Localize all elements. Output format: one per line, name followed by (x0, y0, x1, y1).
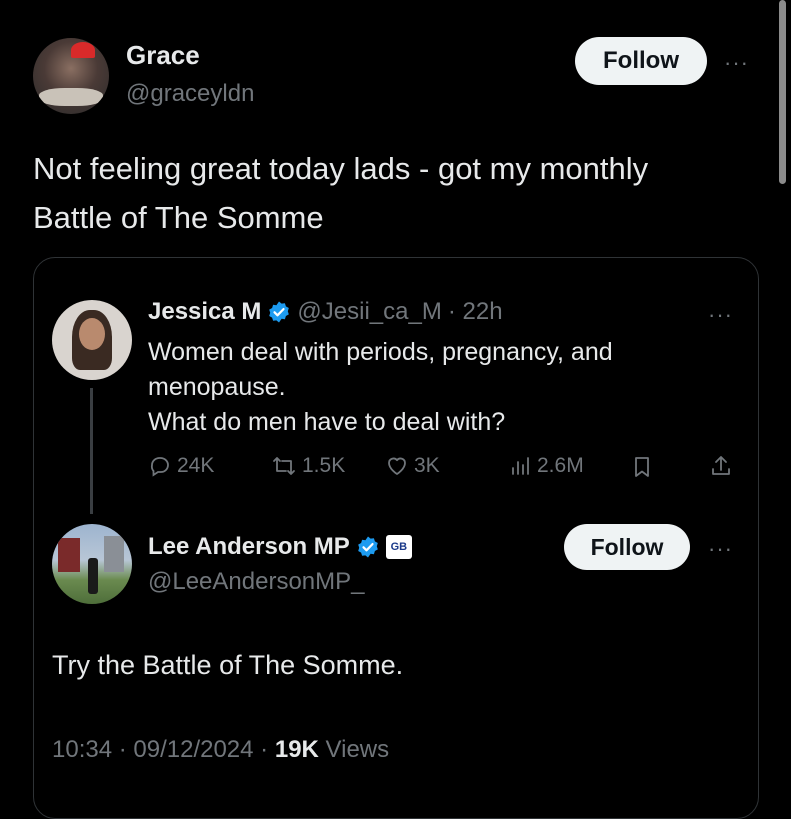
reply-stat[interactable]: 24K (148, 454, 214, 478)
grace-avatar[interactable] (33, 38, 109, 114)
views-count: 2.6M (537, 454, 584, 477)
like-count: 3K (414, 454, 440, 477)
gb-news-badge-icon: GB (385, 535, 412, 559)
jessica-timestamp[interactable]: · 22h (448, 298, 503, 326)
reply-count: 24K (177, 454, 215, 477)
grace-handle[interactable]: @graceyldn (126, 80, 254, 108)
lee-tweet-text: Try the Battle of The Somme. (52, 650, 404, 680)
jessica-display-name[interactable]: Jessica M (148, 298, 261, 326)
jessica-handle[interactable]: @Jesii_ca_M (297, 298, 441, 326)
tweet-text-line-2: Battle of The Somme (33, 200, 324, 235)
lee-display-name[interactable]: Lee Anderson MP (148, 533, 350, 561)
views-icon (512, 457, 529, 475)
jessica-text-line-3: What do men have to deal with? (148, 408, 506, 436)
thread-line (90, 388, 93, 514)
jessica-text-line-2: menopause. (148, 373, 286, 401)
follow-button[interactable]: Follow (575, 37, 707, 85)
heart-icon (388, 457, 406, 475)
lee-header: Lee Anderson MP GB (148, 533, 412, 561)
reply-icon (150, 457, 169, 477)
lee-follow-button[interactable]: Follow (564, 524, 690, 570)
tweet-text-line-1: Not feeling great today lads - got my mo… (33, 151, 649, 186)
verified-badge-icon (358, 536, 378, 558)
scrollbar-thumb[interactable] (779, 0, 786, 184)
jessica-more-icon[interactable]: ··· (708, 304, 733, 326)
bookmark-icon[interactable] (631, 455, 653, 479)
lee-handle[interactable]: @LeeAndersonMP_ (148, 568, 365, 596)
tweet-text: Not feeling great today lads - got my mo… (33, 144, 648, 242)
lee-more-icon[interactable]: ··· (708, 538, 733, 560)
tweet-timestamp[interactable]: 10:34 · 09/12/2024 · (52, 736, 275, 763)
jessica-text-line-1: Women deal with periods, pregnancy, and (148, 338, 613, 366)
jessica-tweet-text: Women deal with periods, pregnancy, and … (148, 335, 613, 440)
tweet-meta: 10:34 · 09/12/2024 · 19K Views (52, 736, 389, 764)
like-stat[interactable]: 3K (385, 454, 440, 478)
views-total: 19K (274, 736, 319, 763)
views-label: Views (318, 736, 390, 763)
verified-badge-icon (269, 301, 290, 323)
repost-count: 1.5K (302, 454, 346, 477)
jessica-header: Jessica M @Jesii_ca_M · 22h (148, 298, 503, 326)
repost-stat[interactable]: 1.5K (271, 454, 345, 478)
share-icon[interactable] (709, 454, 733, 478)
views-stat[interactable]: 2.6M (510, 454, 584, 478)
repost-icon (273, 457, 295, 475)
lee-avatar[interactable] (52, 524, 132, 604)
jessica-avatar[interactable] (52, 300, 132, 380)
grace-display-name[interactable]: Grace (126, 40, 200, 71)
more-options-icon[interactable]: ··· (724, 52, 749, 74)
